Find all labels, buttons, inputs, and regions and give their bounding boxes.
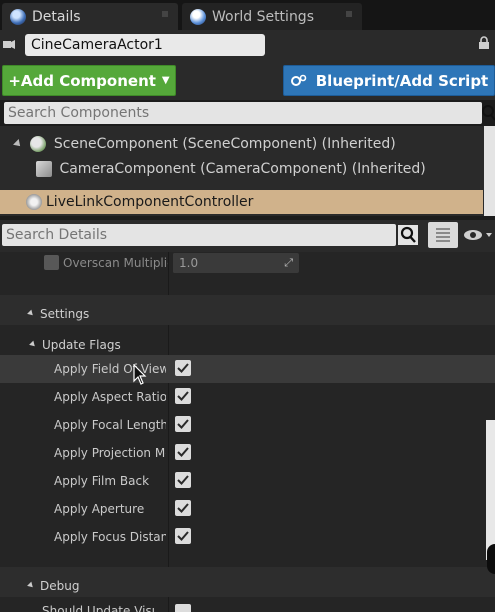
overscan-checkbox[interactable] xyxy=(44,255,59,270)
tab-close-icon[interactable] xyxy=(162,11,168,17)
checkmark-icon xyxy=(177,531,189,541)
update-flags-label: Update Flags xyxy=(42,338,121,352)
blueprint-add-script-button[interactable]: Blueprint/Add Script xyxy=(283,65,495,96)
settings-label: Settings xyxy=(40,307,90,321)
tree-item-label: SceneComponent (SceneComponent) (Inherit… xyxy=(53,136,396,152)
should-update-visual-checkbox[interactable] xyxy=(175,604,191,612)
settings-row-content: Settings xyxy=(27,303,90,322)
flag-label: Apply Field Of View xyxy=(54,362,166,376)
tree-item-scene-component[interactable]: SceneComponent (SceneComponent) (Inherit… xyxy=(13,132,396,156)
add-component-button[interactable]: +Add Component ▼ xyxy=(2,65,176,96)
flag-row-aperture: Apply Aperture xyxy=(0,495,495,523)
apply-film-back-checkbox[interactable] xyxy=(175,472,191,488)
checkmark-icon xyxy=(177,503,189,513)
details-icon xyxy=(10,8,26,25)
camera-component-icon xyxy=(36,161,52,177)
blueprint-add-script-label: Blueprint/Add Script xyxy=(315,71,489,90)
component-tree-scrollbar[interactable] xyxy=(484,126,495,216)
category-debug[interactable]: Debug xyxy=(0,567,495,597)
search-icon[interactable] xyxy=(398,225,418,245)
tree-item-camera-component[interactable]: CameraComponent (CameraComponent) (Inher… xyxy=(36,157,426,181)
checkmark-icon xyxy=(177,363,189,373)
tree-item-label: CameraComponent (CameraComponent) (Inher… xyxy=(59,161,426,177)
flag-label: Apply Aspect Ratio xyxy=(54,390,166,404)
apply-field-of-view-checkbox[interactable] xyxy=(175,360,191,376)
tab-world-settings[interactable]: World Settings xyxy=(182,3,362,30)
actor-icon xyxy=(3,40,15,49)
apply-aperture-checkbox[interactable] xyxy=(175,500,191,516)
debug-row-content: Debug xyxy=(27,575,80,594)
collapse-arrow-icon xyxy=(27,581,35,590)
overscan-value-field[interactable]: 1.0 ⤢ xyxy=(173,253,299,273)
checkmark-icon xyxy=(177,475,189,485)
grid-icon xyxy=(436,228,450,242)
flag-label: Apply Focal Length xyxy=(54,418,166,432)
apply-projection-mode-checkbox[interactable] xyxy=(175,444,191,460)
overscan-value: 1.0 xyxy=(179,256,199,270)
search-icon xyxy=(482,105,495,121)
lock-icon[interactable] xyxy=(478,36,490,50)
flag-label: Apply Aperture xyxy=(54,502,145,516)
apply-focus-distance-checkbox[interactable] xyxy=(175,528,191,544)
checkmark-icon xyxy=(177,447,189,457)
checkmark-icon xyxy=(177,391,189,401)
search-components-input[interactable] xyxy=(4,102,482,124)
update-flags-row-content: Update Flags xyxy=(29,334,121,353)
tree-item-livelink-controller[interactable]: LiveLinkComponentController xyxy=(0,190,483,214)
world-settings-icon xyxy=(190,8,206,25)
expand-arrow-icon[interactable] xyxy=(13,139,23,149)
chevron-down-icon: ▼ xyxy=(161,75,170,86)
apply-focal-length-checkbox[interactable] xyxy=(175,416,191,432)
flag-row-film-back: Apply Film Back xyxy=(0,467,495,495)
flag-row-focal-length: Apply Focal Length xyxy=(0,411,495,439)
search-details-input[interactable] xyxy=(2,224,396,246)
flag-label: Apply Projection Mode xyxy=(54,446,166,460)
overscan-label: Overscan Multiplier xyxy=(63,256,168,270)
eye-icon[interactable] xyxy=(462,225,494,245)
collapse-arrow-icon xyxy=(29,340,37,349)
tab-details-label: Details xyxy=(32,8,81,25)
tab-world-settings-label: World Settings xyxy=(212,8,314,25)
flag-label: Should Update Visual C xyxy=(42,604,154,612)
scene-component-icon xyxy=(30,136,47,152)
mouse-cursor-icon xyxy=(133,364,147,385)
flag-label: Apply Film Back xyxy=(54,474,150,488)
flag-row-projection-mode: Apply Projection Mode xyxy=(0,439,495,467)
resize-arrows-icon: ⤢ xyxy=(284,256,293,269)
side-panel-handle[interactable] xyxy=(487,544,495,574)
add-component-label: +Add Component xyxy=(8,71,156,90)
flag-row-focus-distance: Apply Focus Distance xyxy=(0,523,495,551)
tree-item-label: LiveLinkComponentController xyxy=(46,194,254,210)
flag-row-should-update-visual: Should Update Visual C xyxy=(0,600,495,612)
flag-row-field-of-view: Apply Field Of View xyxy=(0,355,495,383)
actor-name-field[interactable]: CineCameraActor1 xyxy=(25,34,265,56)
property-matrix-button[interactable] xyxy=(428,222,458,248)
category-settings[interactable]: Settings xyxy=(0,295,495,325)
apply-aspect-ratio-checkbox[interactable] xyxy=(175,388,191,404)
checkmark-icon xyxy=(177,419,189,429)
tab-details[interactable]: Details xyxy=(2,3,178,30)
tab-close-icon[interactable] xyxy=(346,11,352,17)
debug-label: Debug xyxy=(40,579,80,593)
collapse-arrow-icon xyxy=(27,309,35,318)
flag-label: Apply Focus Distance xyxy=(54,530,166,544)
livelink-component-icon xyxy=(26,194,42,210)
flag-row-aspect-ratio: Apply Aspect Ratio xyxy=(0,383,495,411)
blueprint-gear-icon xyxy=(290,74,307,86)
subcategory-update-flags[interactable]: Update Flags xyxy=(0,327,495,355)
